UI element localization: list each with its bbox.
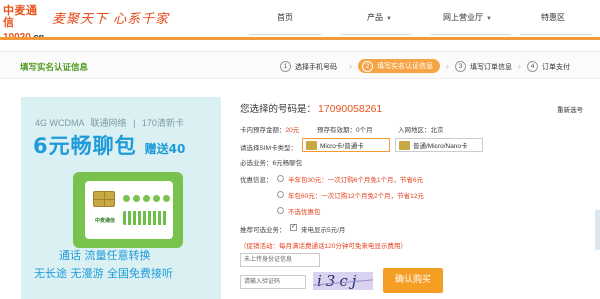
promo-offer: 6元畅聊包 赠送40 — [33, 130, 185, 160]
sim-dots — [123, 195, 170, 202]
required-label: 必选业务： — [240, 160, 273, 167]
promo-notice: （促销活动：每月满话费通话120分钟可免来电显示费用） — [240, 243, 407, 250]
sim-card-icon — [399, 140, 410, 150]
promo-carrier: 联通网络 — [90, 118, 127, 128]
step-separator: › — [349, 61, 352, 71]
progress-steps: 填写实名认证信息 1 选择手机号码 › 2 填写实名认证信息 › 3 填写订单信… — [0, 51, 600, 79]
sim-type-label: 请选择SIM卡类型： — [240, 145, 298, 152]
scrollbar-edge[interactable] — [595, 210, 600, 250]
captcha-image[interactable]: i3cj — [313, 272, 373, 290]
step-select-number: 1 选择手机号码 — [280, 59, 337, 74]
site-logo[interactable]: 中麦通信 10020.cn — [3, 4, 47, 44]
recommend-label: 推荐可选业务： — [240, 227, 286, 234]
caller-id-checkbox[interactable] — [290, 223, 297, 231]
promo-offer-title: 6元畅聊包 — [33, 134, 137, 158]
brand-slogan: 麦聚天下 心系千家 — [52, 12, 170, 27]
selected-number-label: 您选择的号码是： — [240, 104, 317, 115]
chevron-down-icon: ▼ — [486, 16, 492, 22]
promo-banner: 4G WCDMA 联通网络 | 170清新卡 6元畅聊包 赠送40 中麦通信 通话… — [21, 97, 221, 299]
step-number: 1 — [280, 61, 291, 72]
header-accent-bar — [0, 37, 600, 40]
nav-home-label: 首页 — [277, 13, 293, 22]
promo-feature-line-2: 无长途 无漫游 全国免费接听 — [34, 267, 173, 280]
sim-option-micro[interactable]: Micro卡/普通卡 — [302, 138, 390, 152]
confirm-purchase-button[interactable]: 确认购买 — [383, 268, 443, 293]
offer-none-radio[interactable] — [277, 207, 284, 214]
region-row: 入网地区：北京 — [398, 124, 444, 134]
nav-underline-products — [340, 34, 412, 35]
sim-pattern — [123, 211, 167, 225]
promo-feature-line-1: 通话 流量任意转换 — [59, 249, 151, 262]
sim-card-face: 中麦通信 — [85, 181, 173, 239]
nav-underline-online-hall — [430, 34, 510, 35]
region-value: 北京 — [430, 127, 444, 134]
prepaid-value: 20元 — [285, 127, 300, 134]
step-label: 填写实名认证信息 — [377, 63, 433, 70]
offer-none-label[interactable]: 不选优惠包 — [288, 206, 321, 216]
promo-network-line: 4G WCDMA 联通网络 | 170清新卡 — [35, 116, 184, 129]
prepaid-row: 卡内预存金额：20元 — [240, 124, 299, 134]
step-number: 4 — [527, 61, 538, 72]
validity-label: 预存有效期： — [317, 127, 356, 134]
sim-option-nano[interactable]: 普通/Micro/Nano卡 — [395, 138, 483, 152]
region-label: 入网地区： — [398, 127, 431, 134]
required-service-row: 必选业务：6元畅聊包 — [240, 157, 302, 167]
nav-item-home[interactable]: 首页 — [277, 12, 293, 23]
step-payment: 4 订单支付 — [527, 59, 570, 74]
nav-products-label: 产品 — [367, 13, 383, 22]
selected-number-line: 您选择的号码是： 17090058261 — [240, 101, 382, 115]
selected-number: 17090058261 — [318, 103, 383, 115]
reselect-link[interactable]: 重新选号 — [557, 104, 583, 114]
sim-option-label: Micro卡/普通卡 — [320, 143, 364, 150]
step-label: 选择手机号码 — [295, 63, 337, 71]
promo-network: 4G WCDMA — [35, 118, 85, 128]
captcha-input[interactable]: 请输入验证码 — [240, 275, 306, 289]
sim-chip-icon — [93, 191, 115, 207]
offer-half-year-label[interactable]: 半年包30元：一次订购6个月免1个月，节省6元 — [288, 174, 423, 184]
sim-card-image: 中麦通信 — [73, 172, 183, 248]
step-order-info: 3 填写订单信息 — [455, 59, 512, 74]
nav-online-hall-label: 网上营业厅 — [443, 13, 483, 22]
offer-half-year-radio[interactable] — [277, 175, 284, 182]
step-label: 填写订单信息 — [470, 63, 512, 71]
order-form: 您选择的号码是： 17090058261 重新选号 卡内预存金额：20元 预存有效… — [240, 97, 600, 299]
logo-name: 中麦通信 — [3, 4, 38, 29]
validity-row: 预存有效期：0个月 — [317, 124, 373, 134]
caller-id-label[interactable]: 来电显示5元/月 — [301, 224, 345, 234]
nav-specials-label: 特惠区 — [541, 13, 565, 22]
sim-brand: 中麦通信 — [95, 218, 116, 224]
offer-year-radio[interactable] — [277, 191, 284, 198]
site-header: 中麦通信 10020.cn 麦聚天下 心系千家 首页 产品▼ 网上营业厅▼ 特惠… — [0, 0, 600, 44]
step-separator: › — [518, 61, 521, 71]
sim-option-label: 普通/Micro/Nano卡 — [413, 143, 468, 150]
id-upload-field[interactable]: 未上传身份证信息 — [240, 253, 320, 267]
nav-item-online-hall[interactable]: 网上营业厅 ▼ — [443, 12, 492, 23]
page-title: 填写实名认证信息 — [20, 62, 89, 72]
sim-card-icon — [306, 140, 317, 150]
validity-value: 0个月 — [356, 127, 373, 134]
nav-item-products[interactable]: 产品 ▼ — [367, 12, 392, 23]
nav-item-specials[interactable]: 特惠区 — [541, 12, 565, 23]
promo-gift: 赠送40 — [144, 142, 186, 156]
chevron-down-icon: ▼ — [386, 16, 392, 22]
nav-underline-home — [250, 34, 322, 35]
offer-year-label[interactable]: 年包60元：一次订购12个月免2个月，节省12元 — [288, 190, 424, 200]
prepaid-label: 卡内预存金额： — [240, 127, 286, 134]
promo-separator: | — [133, 118, 136, 128]
offer-label: 优惠信息： — [240, 177, 273, 184]
nav-underline-specials — [520, 34, 592, 35]
step-number: 2 — [362, 60, 373, 72]
step-label: 订单支付 — [542, 63, 570, 71]
step-number: 3 — [455, 61, 466, 72]
required-value: 6元畅聊包 — [272, 160, 303, 167]
step-separator: › — [446, 61, 449, 71]
promo-card-type: 170清新卡 — [141, 118, 184, 128]
step-identity-info: 2 填写实名认证信息 — [358, 59, 440, 73]
